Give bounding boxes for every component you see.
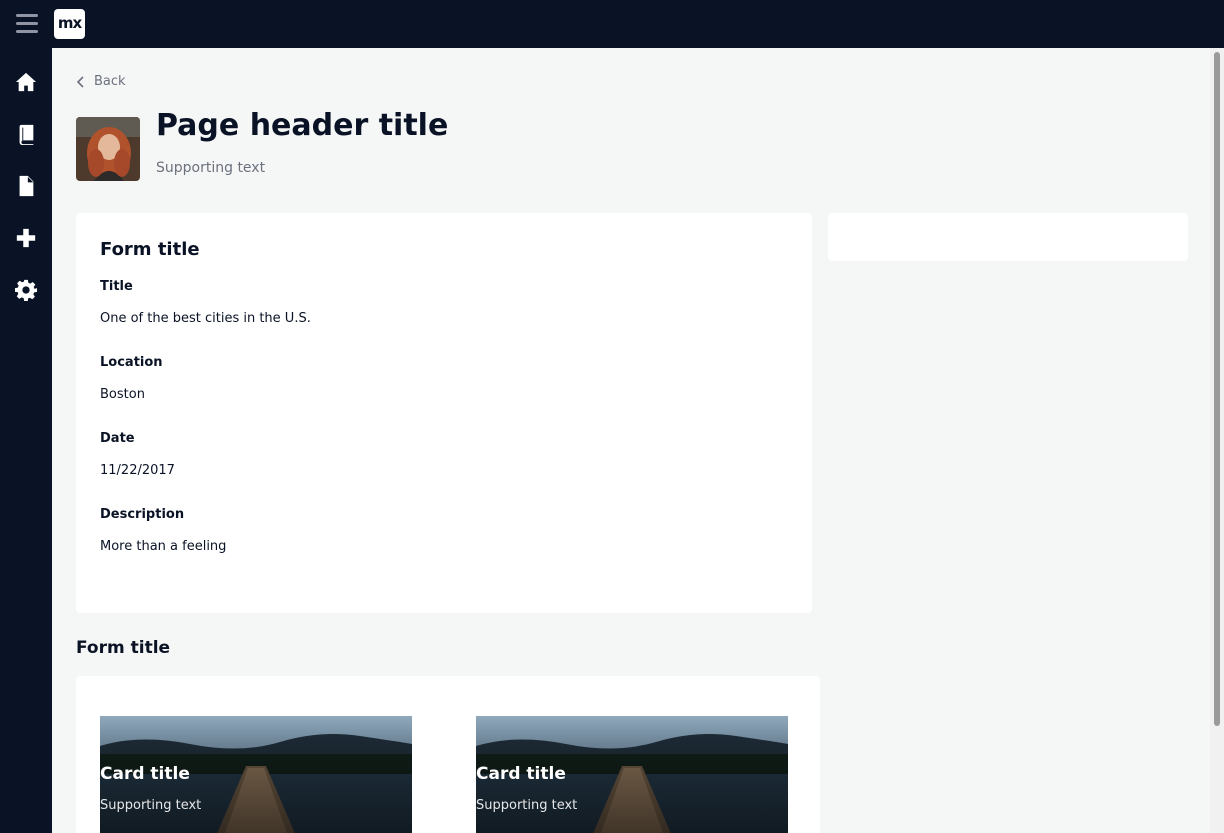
- back-label: Back: [94, 74, 126, 89]
- form-title: Form title: [100, 239, 200, 260]
- menu-icon[interactable]: [16, 14, 38, 34]
- card-title: Card title: [100, 764, 190, 784]
- field-label-location: Location: [100, 355, 163, 370]
- field-label-title: Title: [100, 279, 133, 294]
- avatar: [76, 117, 140, 181]
- back-link[interactable]: Back: [76, 74, 126, 89]
- book-icon: [19, 124, 34, 145]
- page-title: Page header title: [156, 108, 449, 143]
- field-value-date: 11/22/2017: [100, 463, 175, 478]
- chevron-left-icon: [76, 75, 84, 88]
- sidebar-item-home[interactable]: [0, 56, 52, 108]
- field-label-description: Description: [100, 507, 185, 522]
- image-card[interactable]: Card title Supporting text: [476, 716, 788, 833]
- file-icon: [19, 175, 34, 197]
- section-title: Form title: [76, 638, 171, 658]
- card-title: Card title: [476, 764, 566, 784]
- app-logo[interactable]: mx: [54, 9, 85, 39]
- page-supporting-text: Supporting text: [156, 160, 266, 176]
- sidebar-item-pages[interactable]: [0, 108, 52, 160]
- cards-container: Card title Supporting text Card title Su…: [76, 676, 820, 833]
- form-card: Form title Title One of the best cities …: [76, 213, 812, 613]
- field-label-date: Date: [100, 431, 135, 446]
- home-icon: [15, 72, 37, 92]
- field-value-location: Boston: [100, 387, 145, 402]
- card-supporting-text: Supporting text: [476, 798, 578, 813]
- field-value-description: More than a feeling: [100, 539, 227, 554]
- top-bar: mx: [0, 0, 1224, 48]
- main-content: Back Page header title Supporting text F…: [52, 48, 1210, 833]
- sidebar-item-documents[interactable]: [0, 160, 52, 212]
- sidebar: [0, 48, 52, 833]
- card-supporting-text: Supporting text: [100, 798, 202, 813]
- plus-icon: [16, 228, 36, 248]
- sidebar-item-add[interactable]: [0, 212, 52, 264]
- image-card[interactable]: Card title Supporting text: [100, 716, 412, 833]
- field-value-title: One of the best cities in the U.S.: [100, 311, 311, 326]
- side-card: [828, 213, 1188, 261]
- gear-icon: [15, 279, 37, 301]
- scrollbar[interactable]: [1210, 48, 1224, 833]
- scrollbar-thumb[interactable]: [1214, 52, 1220, 726]
- sidebar-item-settings[interactable]: [0, 264, 52, 316]
